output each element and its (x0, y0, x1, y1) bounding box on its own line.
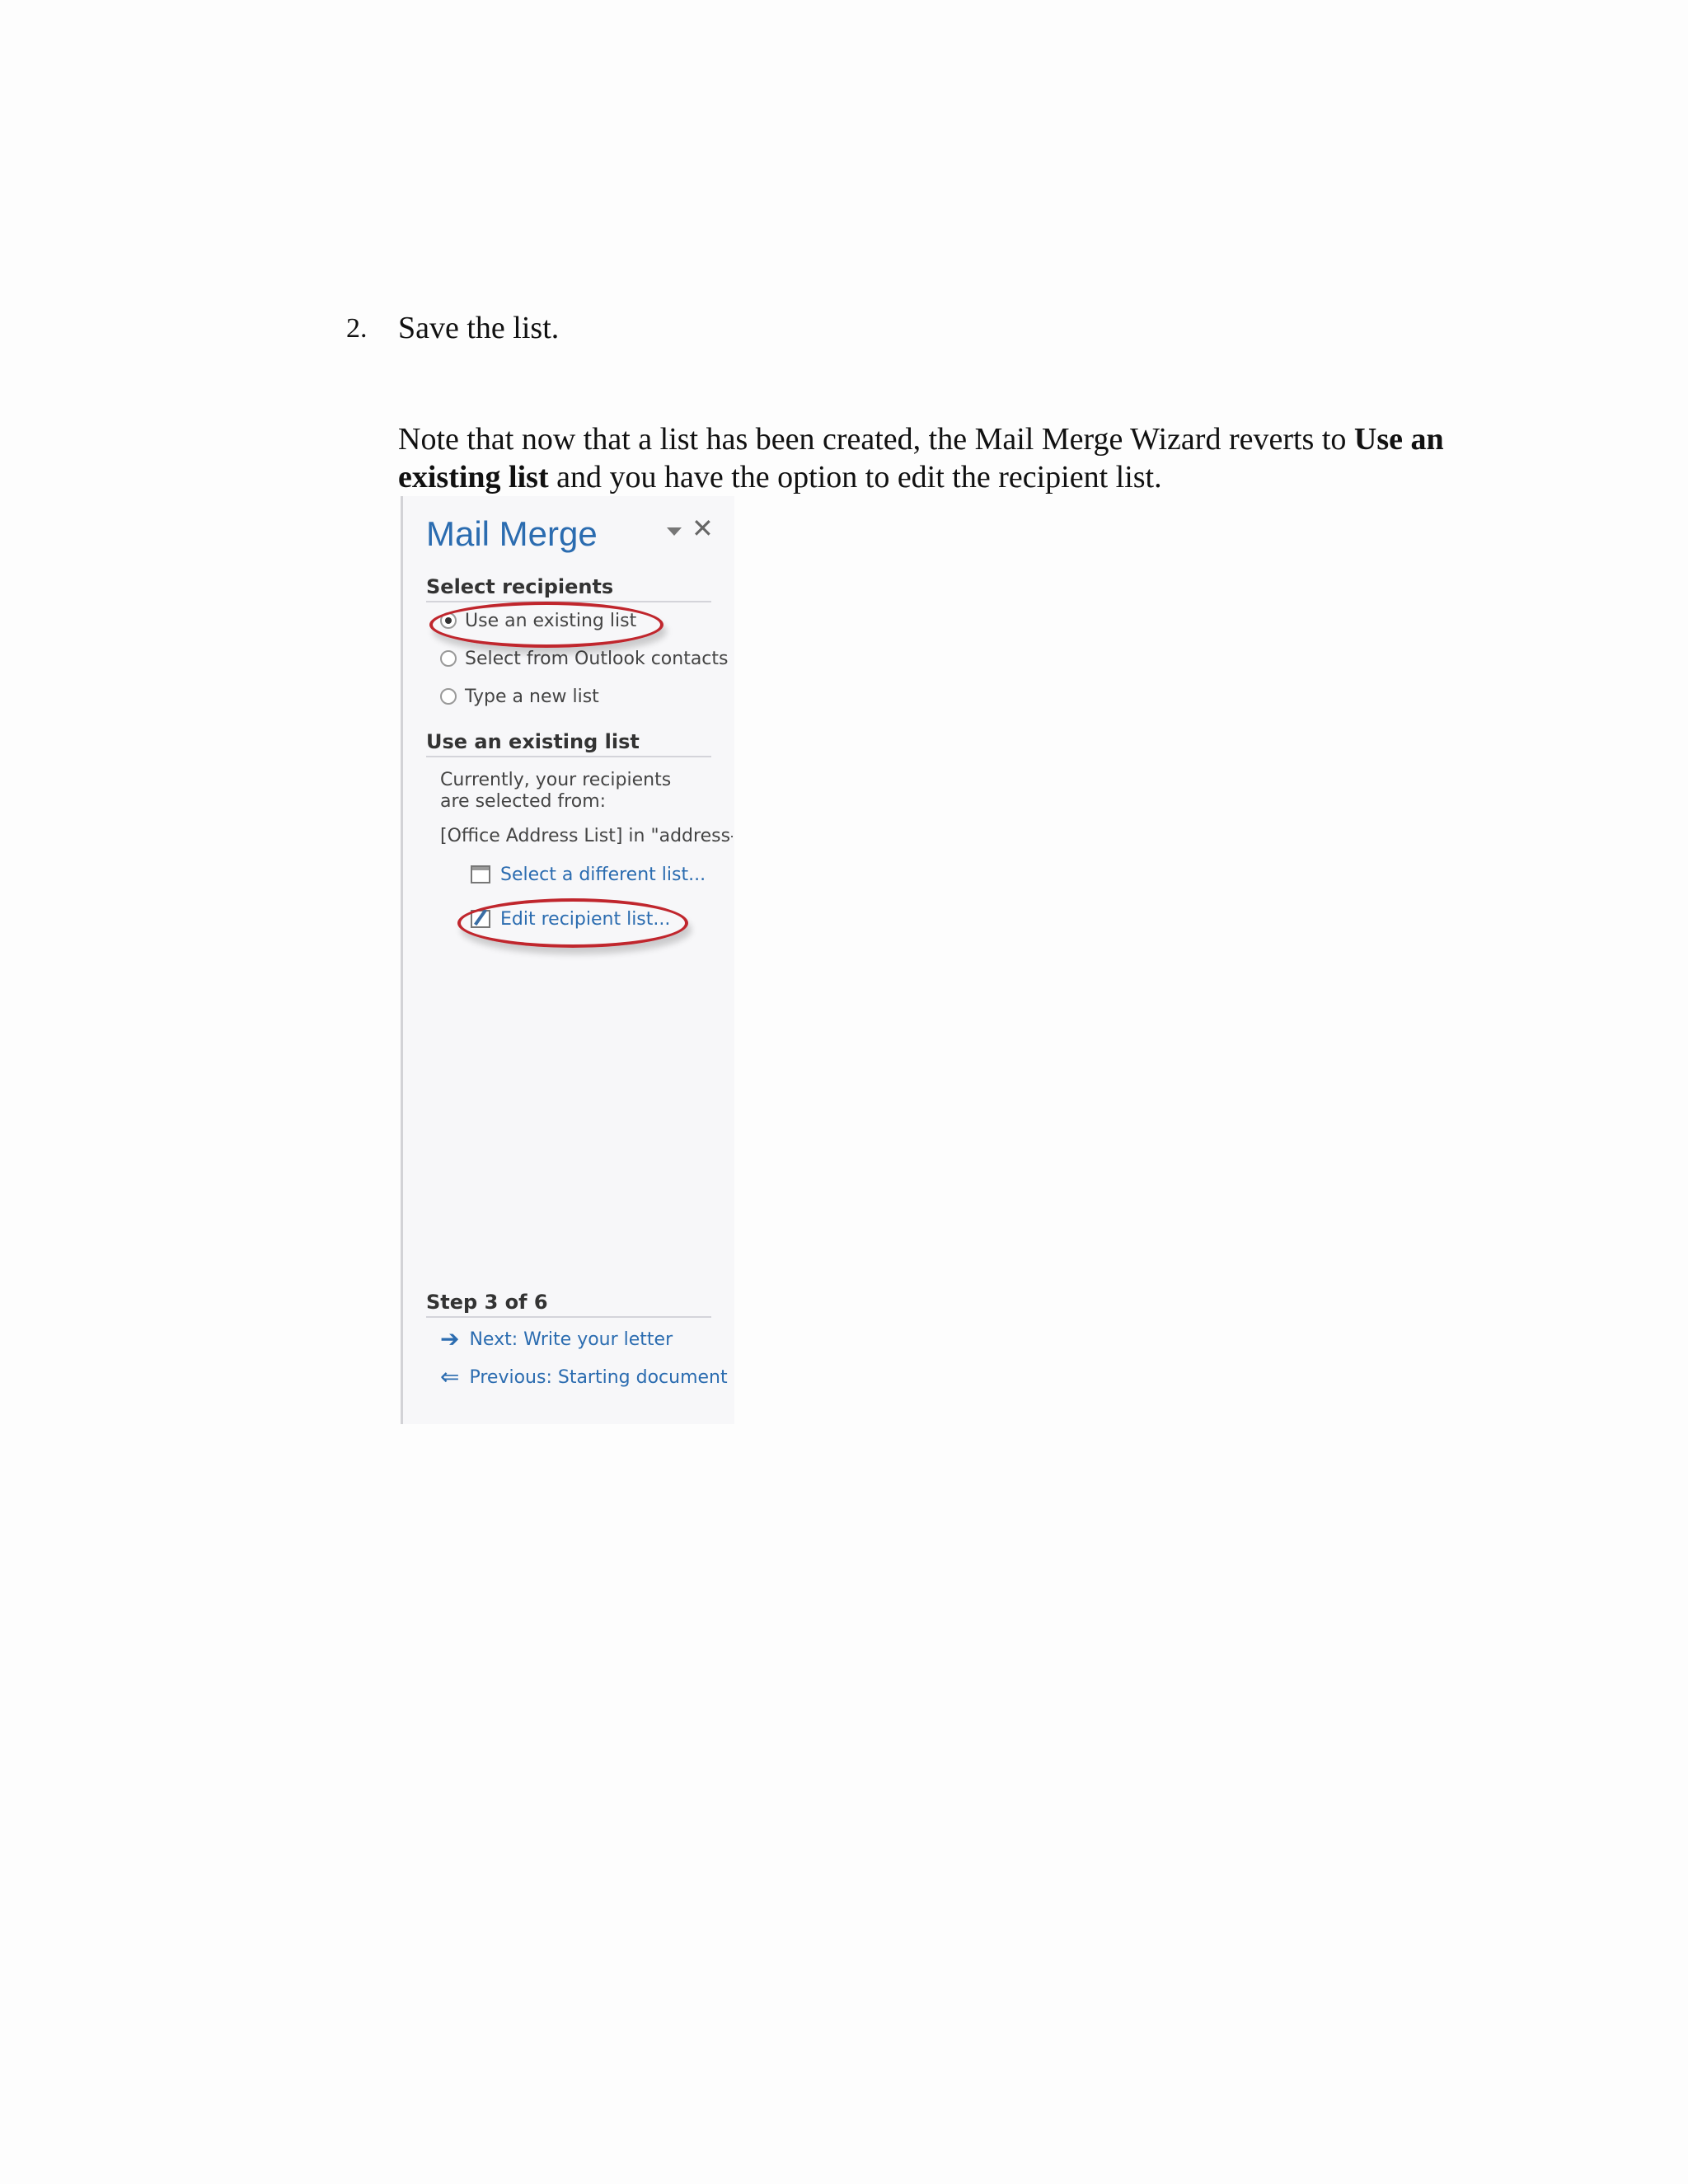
chevron-down-icon[interactable] (667, 527, 682, 536)
arrow-right-icon: ➔ (440, 1325, 460, 1352)
radio-label: Select from Outlook contacts (465, 648, 729, 669)
use-existing-list-heading: Use an existing list (426, 730, 711, 757)
mail-merge-pane: Mail Merge ✕ Select recipients Use an ex… (401, 496, 734, 1424)
step-text: Save the list. (398, 311, 560, 345)
previous-step-label: Previous: Starting document (469, 1366, 728, 1388)
note-paragraph: Note that now that a list has been creat… (398, 420, 1486, 496)
radio-label: Type a new list (465, 686, 599, 707)
radio-select-outlook-contacts[interactable]: Select from Outlook contacts (440, 646, 729, 671)
list-icon (471, 865, 490, 883)
radio-button[interactable] (440, 688, 457, 705)
step-heading: Step 3 of 6 (426, 1291, 711, 1318)
radio-button[interactable] (440, 650, 457, 667)
select-different-list-link[interactable]: Select a different list... (471, 862, 706, 887)
select-different-list-label: Select a different list... (500, 864, 706, 885)
next-step-label: Next: Write your letter (469, 1329, 673, 1350)
highlight-ellipse-edit-list (457, 898, 688, 948)
close-icon[interactable]: ✕ (692, 513, 714, 544)
arrow-left-icon: ⇐ (440, 1363, 460, 1390)
pane-title: Mail Merge (426, 514, 598, 553)
highlight-ellipse-use-existing (429, 602, 663, 648)
select-recipients-heading: Select recipients (426, 575, 711, 602)
recipients-description: Currently, your recipients are selected … (440, 770, 672, 812)
previous-step-link[interactable]: ⇐ Previous: Starting document (440, 1365, 728, 1390)
next-step-link[interactable]: ➔ Next: Write your letter (440, 1327, 673, 1352)
note-text-start: Note that now that a list has been creat… (398, 422, 1354, 457)
recipients-source: [Office Address List] in "address-l (440, 826, 733, 846)
step-number: 2. (346, 313, 368, 344)
radio-type-new-list[interactable]: Type a new list (440, 684, 599, 709)
note-text-end: and you have the option to edit the reci… (548, 460, 1162, 494)
